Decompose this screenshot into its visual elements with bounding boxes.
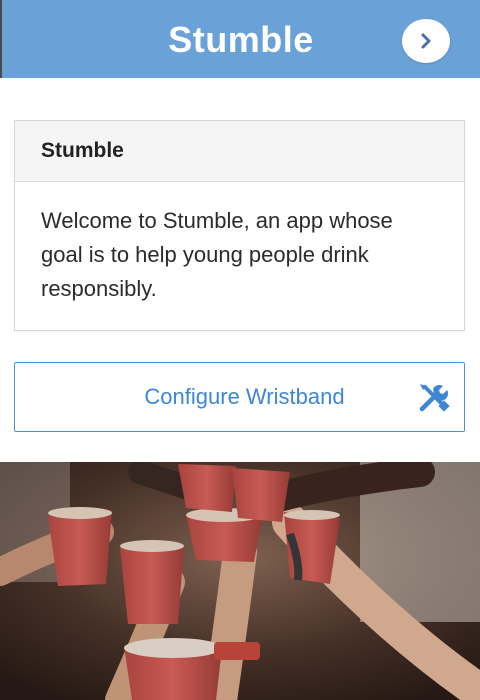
tools-icon (419, 384, 450, 412)
app-screen: Stumble Stumble Welcome to Stumble, an a… (0, 0, 480, 700)
configure-wristband-label: Configure Wristband (144, 384, 345, 409)
chevron-right-icon (421, 33, 431, 49)
configure-wristband-button[interactable]: Configure Wristband (14, 362, 465, 432)
card-title: Stumble (41, 139, 124, 162)
welcome-text: Welcome to Stumble, an app whose goal is… (41, 208, 393, 301)
party-cups-illustration (0, 462, 480, 700)
welcome-card: Stumble Welcome to Stumble, an app whose… (14, 120, 465, 331)
top-bar: Stumble (0, 0, 480, 78)
card-header: Stumble (15, 121, 464, 182)
next-button[interactable] (402, 19, 450, 63)
party-cups-photo (0, 462, 480, 700)
